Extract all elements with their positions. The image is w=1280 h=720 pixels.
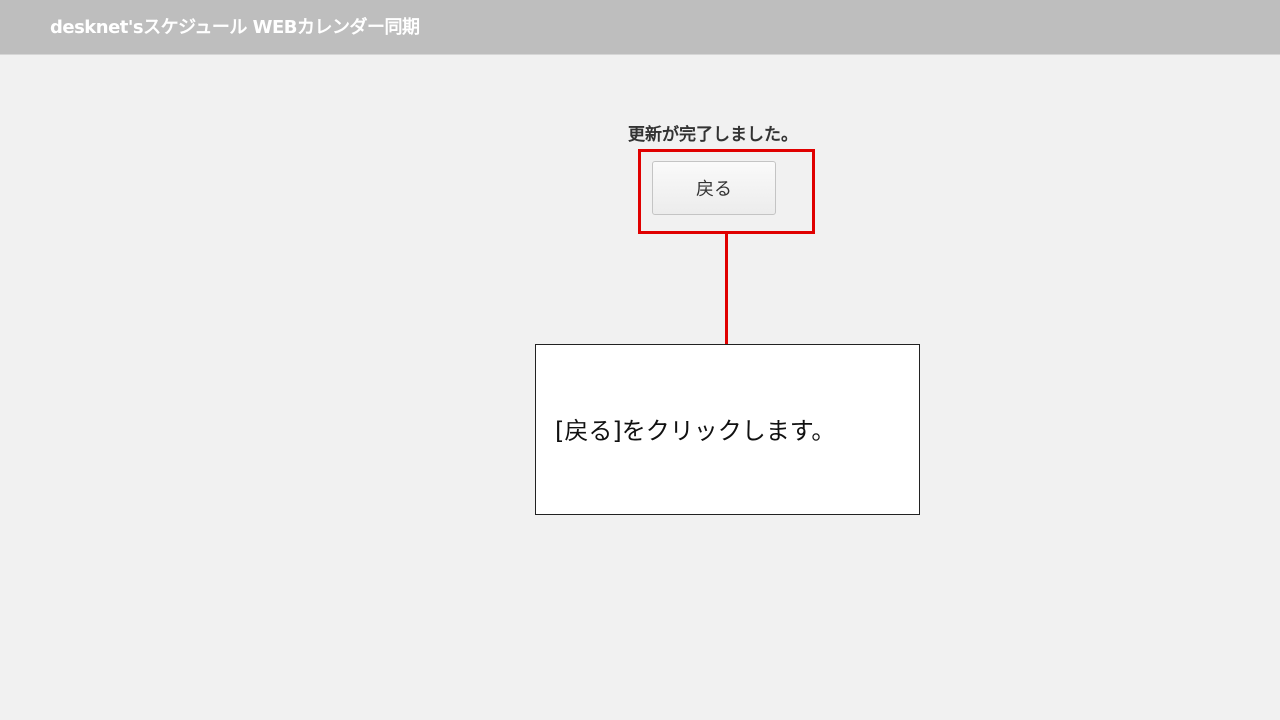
callout-connector-line — [725, 234, 728, 345]
completion-message: 更新が完了しました。 — [628, 125, 798, 145]
highlight-box — [638, 149, 815, 234]
app-header: desknet'sスケジュール WEBカレンダー同期 — [0, 0, 1280, 55]
instruction-text: [戻る]をクリックします。 — [555, 417, 836, 445]
instruction-callout: [戻る]をクリックします。 — [535, 344, 920, 515]
app-title: desknet'sスケジュール WEBカレンダー同期 — [50, 17, 420, 38]
